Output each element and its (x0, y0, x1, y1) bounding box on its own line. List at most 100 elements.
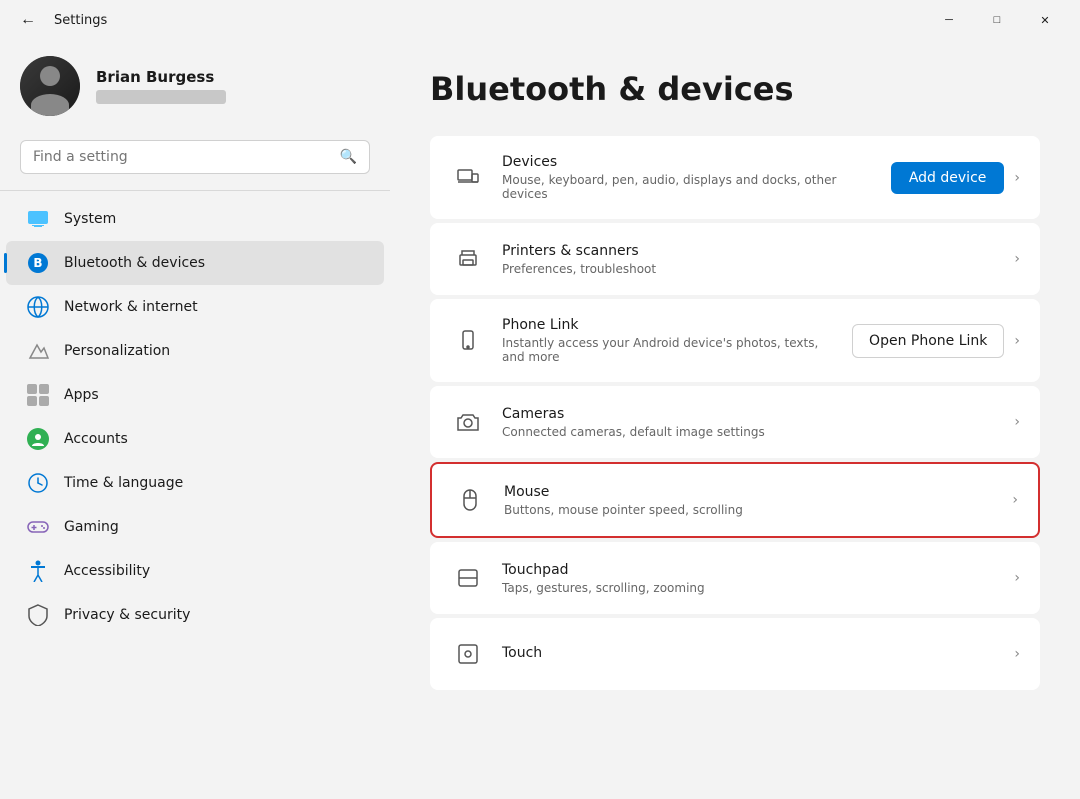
system-icon (26, 207, 50, 231)
apps-icon (26, 383, 50, 407)
settings-item-printers[interactable]: Printers & scanners Preferences, trouble… (430, 223, 1040, 295)
cameras-chevron: › (1014, 414, 1020, 430)
sidebar-item-accounts[interactable]: Accounts (6, 417, 384, 461)
touchpad-text: Touchpad Taps, gestures, scrolling, zoom… (502, 562, 998, 595)
settings-item-cameras[interactable]: Cameras Connected cameras, default image… (430, 386, 1040, 458)
add-device-button[interactable]: Add device (891, 162, 1005, 194)
sidebar-item-system[interactable]: System (6, 197, 384, 241)
sidebar-label-privacy: Privacy & security (64, 607, 190, 623)
gaming-icon (26, 515, 50, 539)
avatar-image (20, 56, 80, 116)
settings-card-touch: Touch › (430, 618, 1040, 690)
sidebar: Brian Burgess 🔍 System (0, 40, 390, 799)
personalization-icon (26, 339, 50, 363)
touch-text: Touch (502, 645, 998, 664)
search-input[interactable] (33, 149, 332, 165)
time-icon (26, 471, 50, 495)
titlebar-controls: ─ □ ✕ (926, 4, 1068, 36)
mouse-title: Mouse (504, 484, 996, 500)
sidebar-label-network: Network & internet (64, 299, 198, 315)
maximize-button[interactable]: □ (974, 4, 1020, 36)
search-box[interactable]: 🔍 (20, 140, 370, 174)
mouse-chevron: › (1012, 492, 1018, 508)
titlebar-left: ← Settings (12, 4, 107, 36)
cameras-text: Cameras Connected cameras, default image… (502, 406, 998, 439)
sidebar-item-apps[interactable]: Apps (6, 373, 384, 417)
cameras-title: Cameras (502, 406, 998, 422)
sidebar-label-gaming: Gaming (64, 519, 119, 535)
settings-item-touchpad[interactable]: Touchpad Taps, gestures, scrolling, zoom… (430, 542, 1040, 614)
minimize-button[interactable]: ─ (926, 4, 972, 36)
network-icon (26, 295, 50, 319)
phonelink-desc: Instantly access your Android device's p… (502, 336, 836, 364)
settings-item-phonelink[interactable]: Phone Link Instantly access your Android… (430, 299, 1040, 382)
open-phone-button[interactable]: Open Phone Link (852, 324, 1004, 358)
touch-icon (450, 636, 486, 672)
touchpad-title: Touchpad (502, 562, 998, 578)
main-content: Bluetooth & devices Devices Mouse, keybo… (390, 40, 1080, 799)
user-name: Brian Burgess (96, 68, 226, 86)
cameras-action: › (1014, 414, 1020, 430)
settings-card-mouse: Mouse Buttons, mouse pointer speed, scro… (430, 462, 1040, 538)
settings-item-touch[interactable]: Touch › (430, 618, 1040, 690)
printers-icon (450, 241, 486, 277)
sidebar-item-time[interactable]: Time & language (6, 461, 384, 505)
mouse-desc: Buttons, mouse pointer speed, scrolling (504, 503, 996, 517)
accounts-icon (26, 427, 50, 451)
search-icon: 🔍 (340, 149, 357, 165)
sidebar-item-bluetooth[interactable]: B Bluetooth & devices (6, 241, 384, 285)
mouse-text: Mouse Buttons, mouse pointer speed, scro… (504, 484, 996, 517)
sidebar-label-personalization: Personalization (64, 343, 170, 359)
sidebar-item-accessibility[interactable]: Accessibility (6, 549, 384, 593)
phonelink-action: Open Phone Link › (852, 324, 1020, 358)
settings-card-printers: Printers & scanners Preferences, trouble… (430, 223, 1040, 295)
search-container: 🔍 (0, 140, 390, 190)
user-profile[interactable]: Brian Burgess (0, 40, 390, 140)
cameras-desc: Connected cameras, default image setting… (502, 425, 998, 439)
bluetooth-icon: B (26, 251, 50, 275)
phonelink-chevron: › (1014, 333, 1020, 349)
sidebar-label-accessibility: Accessibility (64, 563, 150, 579)
privacy-icon (26, 603, 50, 627)
devices-desc: Mouse, keyboard, pen, audio, displays an… (502, 173, 875, 201)
back-button[interactable]: ← (12, 4, 44, 36)
settings-card-devices: Devices Mouse, keyboard, pen, audio, dis… (430, 136, 1040, 219)
settings-card-cameras: Cameras Connected cameras, default image… (430, 386, 1040, 458)
titlebar: ← Settings ─ □ ✕ (0, 0, 1080, 40)
user-email (96, 90, 226, 104)
devices-chevron: › (1014, 170, 1020, 186)
mouse-icon (452, 482, 488, 518)
mouse-action: › (1012, 492, 1018, 508)
sidebar-item-gaming[interactable]: Gaming (6, 505, 384, 549)
sidebar-label-apps: Apps (64, 387, 99, 403)
sidebar-divider (0, 190, 390, 191)
devices-title: Devices (502, 154, 875, 170)
phonelink-text: Phone Link Instantly access your Android… (502, 317, 836, 364)
settings-item-devices[interactable]: Devices Mouse, keyboard, pen, audio, dis… (430, 136, 1040, 219)
touch-chevron: › (1014, 646, 1020, 662)
touchpad-action: › (1014, 570, 1020, 586)
page-title: Bluetooth & devices (430, 70, 1040, 108)
devices-text: Devices Mouse, keyboard, pen, audio, dis… (502, 154, 875, 201)
sidebar-item-personalization[interactable]: Personalization (6, 329, 384, 373)
printers-desc: Preferences, troubleshoot (502, 262, 998, 276)
sidebar-label-time: Time & language (64, 475, 183, 491)
sidebar-item-network[interactable]: Network & internet (6, 285, 384, 329)
touch-action: › (1014, 646, 1020, 662)
sidebar-label-bluetooth: Bluetooth & devices (64, 255, 205, 271)
touchpad-icon (450, 560, 486, 596)
avatar (20, 56, 80, 116)
settings-card-phonelink: Phone Link Instantly access your Android… (430, 299, 1040, 382)
printers-chevron: › (1014, 251, 1020, 267)
printers-action: › (1014, 251, 1020, 267)
touch-title: Touch (502, 645, 998, 661)
titlebar-title: Settings (54, 13, 107, 28)
close-button[interactable]: ✕ (1022, 4, 1068, 36)
devices-action: Add device › (891, 162, 1020, 194)
sidebar-label-accounts: Accounts (64, 431, 128, 447)
settings-item-mouse[interactable]: Mouse Buttons, mouse pointer speed, scro… (432, 464, 1038, 536)
touchpad-chevron: › (1014, 570, 1020, 586)
sidebar-label-system: System (64, 211, 116, 227)
devices-icon (450, 160, 486, 196)
sidebar-item-privacy[interactable]: Privacy & security (6, 593, 384, 637)
